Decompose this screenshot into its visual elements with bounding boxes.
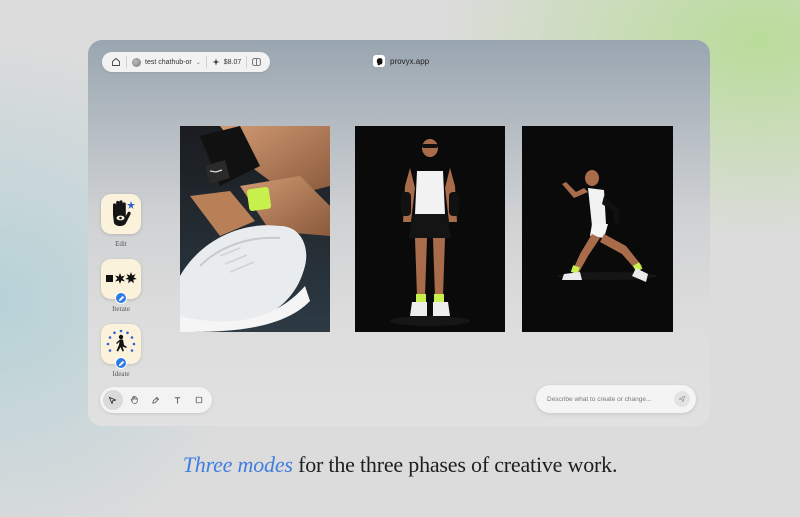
pen-icon	[152, 396, 160, 404]
rectangle-tool-button[interactable]	[189, 390, 209, 410]
pen-tool-button[interactable]	[146, 390, 166, 410]
mode-label-ideate: Ideate	[112, 370, 130, 378]
send-icon	[678, 395, 686, 403]
app-window: test chathub-or ⌄ $8.07 provyx.app Edit …	[88, 40, 710, 426]
shapes-icon	[106, 272, 137, 284]
ideate-mode-button[interactable]	[101, 324, 141, 369]
drawing-toolbar	[100, 387, 212, 413]
chevron-down-icon: ⌄	[195, 59, 201, 66]
text-tool-button[interactable]	[168, 390, 188, 410]
hand-tool-button[interactable]	[125, 390, 145, 410]
top-toolbar: test chathub-or ⌄ $8.07	[102, 52, 271, 72]
square-icon	[196, 396, 203, 404]
mode-edit[interactable]: Edit	[101, 194, 141, 248]
photo-standing-athlete[interactable]	[355, 126, 505, 332]
brand-name: provyx.app	[390, 56, 430, 66]
hand-eye-icon	[113, 200, 135, 226]
workspace-selector[interactable]: test chathub-or ⌄	[127, 52, 206, 72]
home-icon	[112, 58, 120, 66]
mode-iterate[interactable]: Iterate	[101, 259, 141, 313]
hand-icon	[130, 395, 138, 404]
tagline-rest: for the three phases of creative work.	[292, 452, 618, 477]
iterate-mode-button[interactable]	[101, 259, 141, 304]
pencil-badge-icon	[115, 292, 127, 304]
walking-person-stars-icon	[106, 329, 136, 352]
prompt-input[interactable]	[547, 395, 674, 403]
mode-label-edit: Edit	[115, 240, 127, 248]
credits-amount: $8.07	[223, 58, 242, 66]
pointer-tool-button[interactable]	[103, 390, 123, 410]
sparkle-icon	[212, 58, 220, 66]
tagline-accent: Three modes	[182, 452, 293, 477]
credits-button[interactable]: $8.07	[207, 52, 247, 72]
mode-label-iterate: Iterate	[112, 305, 130, 313]
text-icon	[174, 396, 181, 404]
photo-running-athlete[interactable]	[522, 126, 673, 332]
home-button[interactable]	[106, 52, 126, 72]
photo-shoe-tying[interactable]	[180, 126, 330, 332]
tagline: Three modes for the three phases of crea…	[0, 452, 800, 478]
send-button[interactable]	[674, 391, 690, 407]
cursor-icon	[109, 396, 117, 404]
panel-toggle-button[interactable]	[247, 52, 266, 72]
edit-mode-button[interactable]	[101, 194, 141, 234]
brand: provyx.app	[373, 55, 429, 67]
workspace-name: test chathub-or	[145, 58, 192, 66]
pencil-badge-icon	[115, 357, 127, 369]
mode-ideate[interactable]: Ideate	[101, 324, 141, 378]
head-silhouette-icon	[373, 55, 385, 67]
panel-icon	[252, 58, 261, 66]
prompt-bar	[536, 385, 696, 413]
avatar	[132, 57, 141, 67]
